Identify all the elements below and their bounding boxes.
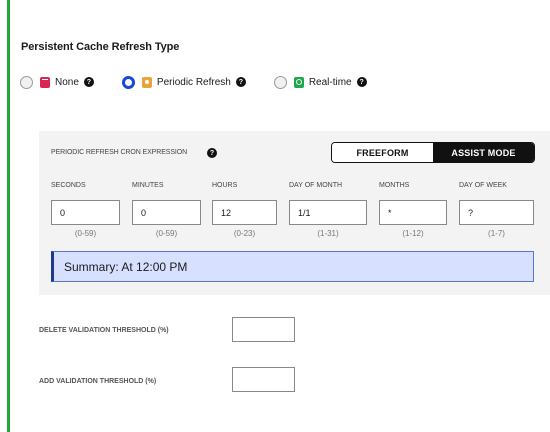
- delete-threshold-label: DELETE VALIDATION THRESHOLD (%): [39, 327, 169, 334]
- cron-expression-label: PERIODIC REFRESH CRON EXPRESSION: [51, 149, 188, 156]
- seconds-input[interactable]: 0: [51, 200, 120, 225]
- field-label: MINUTES: [132, 182, 164, 189]
- help-icon[interactable]: ?: [235, 77, 246, 87]
- cron-mode-toggle: FREEFORM ASSIST MODE: [331, 142, 535, 163]
- clock-icon: [141, 76, 152, 88]
- cron-field-day-of-month: DAY OF MONTH 1/1 (1-31): [289, 182, 367, 238]
- field-range: (0-59): [155, 229, 178, 238]
- refresh-type-radio-group: None ? Periodic Refresh ? Real-time ?: [20, 74, 395, 90]
- field-label: HOURS: [212, 182, 238, 189]
- months-input[interactable]: *: [379, 200, 447, 225]
- field-label: MONTHS: [379, 182, 410, 189]
- refresh-option-label: None: [55, 76, 79, 88]
- field-range: (1-7): [488, 229, 505, 238]
- field-range: (1-31): [317, 229, 339, 238]
- help-icon[interactable]: ?: [83, 77, 94, 87]
- cron-field-seconds: SECONDS 0 (0-59): [51, 182, 120, 238]
- field-label: DAY OF MONTH: [289, 182, 343, 189]
- radio-periodic[interactable]: [121, 75, 135, 89]
- field-label: SECONDS: [51, 182, 86, 189]
- cron-field-hours: HOURS 12 (0-23): [212, 182, 277, 238]
- refresh-option-label: Periodic Refresh: [156, 76, 231, 88]
- section-title: Persistent Cache Refresh Type: [21, 41, 180, 53]
- none-icon: [40, 76, 50, 88]
- add-threshold-label: ADD VALIDATION THRESHOLD (%): [39, 378, 157, 385]
- minutes-input[interactable]: 0: [132, 200, 201, 225]
- cron-field-months: MONTHS * (1-12): [379, 182, 447, 238]
- refresh-option-realtime[interactable]: Real-time ?: [273, 75, 367, 89]
- assist-mode-button[interactable]: ASSIST MODE: [433, 143, 534, 162]
- cron-panel: PERIODIC REFRESH CRON EXPRESSION ? FREEF…: [39, 131, 550, 295]
- section-accent-bar: [7, 0, 10, 432]
- delete-threshold-input[interactable]: [232, 317, 295, 342]
- field-range: (0-59): [74, 229, 97, 238]
- refresh-option-periodic[interactable]: Periodic Refresh ?: [121, 75, 246, 89]
- field-range: (1-12): [402, 229, 424, 238]
- day-of-week-input[interactable]: ?: [459, 200, 534, 225]
- cron-field-minutes: MINUTES 0 (0-59): [132, 182, 201, 238]
- day-of-month-input[interactable]: 1/1: [289, 200, 367, 225]
- hours-input[interactable]: 12: [212, 200, 277, 225]
- freeform-button[interactable]: FREEFORM: [332, 143, 433, 162]
- help-icon[interactable]: ?: [207, 148, 217, 158]
- radio-realtime[interactable]: [273, 75, 287, 89]
- refresh-option-none[interactable]: None ?: [20, 75, 94, 89]
- help-icon[interactable]: ?: [356, 77, 367, 87]
- field-label: DAY OF WEEK: [459, 182, 507, 189]
- field-range: (0-23): [233, 229, 256, 238]
- radio-none[interactable]: [20, 75, 33, 89]
- refresh-option-label: Real-time: [308, 76, 352, 88]
- cron-field-day-of-week: DAY OF WEEK ? (1-7): [459, 182, 534, 238]
- cron-summary: Summary: At 12:00 PM: [51, 251, 534, 282]
- realtime-icon: [293, 76, 304, 88]
- add-threshold-input[interactable]: [232, 367, 295, 392]
